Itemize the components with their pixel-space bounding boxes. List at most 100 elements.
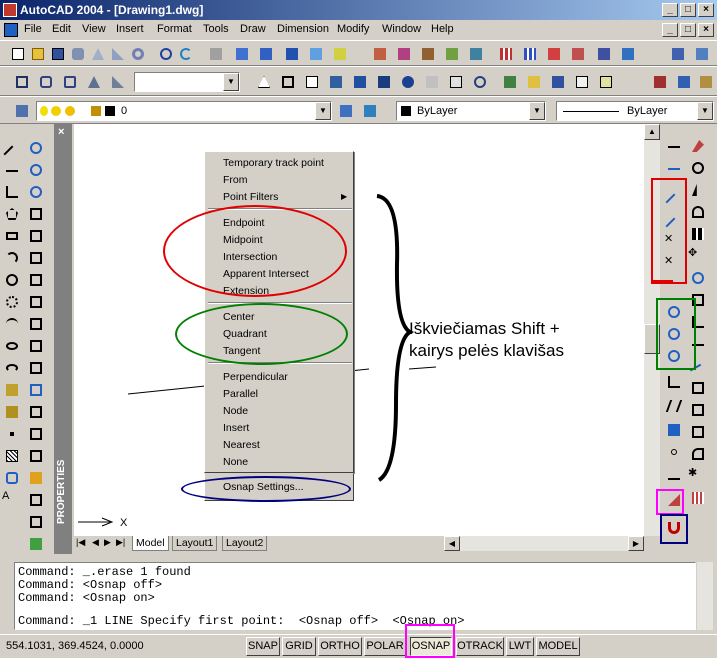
ellipse-icon[interactable] xyxy=(2,336,22,356)
insert-block-icon[interactable] xyxy=(2,380,22,400)
hatch-icon[interactable] xyxy=(2,446,22,466)
hidden-icon[interactable] xyxy=(446,72,464,90)
clean-icon[interactable] xyxy=(26,512,46,532)
menu-item-perpendicular[interactable]: Perpendicular xyxy=(223,371,288,383)
make-current-icon[interactable] xyxy=(336,101,354,119)
chamfer-icon[interactable] xyxy=(688,422,708,442)
palette-close-icon[interactable]: × xyxy=(58,126,64,138)
tool-palettes-icon[interactable] xyxy=(466,44,484,62)
array-icon[interactable] xyxy=(688,224,708,244)
menu-view[interactable]: View xyxy=(82,23,106,35)
ortho-toggle[interactable]: ORTHO xyxy=(318,637,362,656)
chamfer3d-icon[interactable] xyxy=(26,424,46,444)
box-icon[interactable] xyxy=(282,44,300,62)
style-combo[interactable]: ▼ xyxy=(134,72,240,92)
fillet3d-icon[interactable] xyxy=(26,402,46,422)
menu-item-from[interactable]: From xyxy=(223,174,248,186)
spline-icon[interactable] xyxy=(2,314,22,334)
text-icon[interactable]: A xyxy=(2,490,22,510)
menu-edit[interactable]: Edit xyxy=(52,23,71,35)
rotate-icon[interactable] xyxy=(156,44,174,62)
sphere-shade-icon[interactable] xyxy=(398,72,416,90)
region-icon[interactable] xyxy=(2,468,22,488)
tab-layout2[interactable]: Layout2 xyxy=(222,536,268,551)
circle-icon[interactable] xyxy=(2,270,22,290)
app-icon[interactable] xyxy=(3,3,17,17)
maximize-button[interactable]: □ xyxy=(680,3,696,17)
imprint-icon[interactable] xyxy=(26,468,46,488)
view-icon[interactable] xyxy=(306,44,324,62)
explode-icon[interactable]: ✱ xyxy=(688,466,708,486)
layer-manager-icon[interactable] xyxy=(12,101,30,119)
make-block-icon[interactable] xyxy=(2,402,22,422)
command-window[interactable]: Command: _.erase 1 found Command: <Osnap… xyxy=(14,562,696,630)
copy-object-icon[interactable] xyxy=(688,158,708,178)
check-icon[interactable] xyxy=(26,534,46,554)
menu-tools[interactable]: Tools xyxy=(203,23,229,35)
tag-icon[interactable] xyxy=(418,44,436,62)
new-icon[interactable] xyxy=(8,44,26,62)
orbit-icon[interactable] xyxy=(470,72,488,90)
box-solid-icon[interactable] xyxy=(12,72,30,90)
plot-icon[interactable] xyxy=(568,44,586,62)
menu-item-temp-track[interactable]: Temporary track point xyxy=(223,157,324,169)
disk-icon[interactable] xyxy=(548,72,566,90)
menu-item-node[interactable]: Node xyxy=(223,405,248,417)
arc-icon[interactable] xyxy=(2,248,22,268)
doc-minimize-button[interactable]: _ xyxy=(662,23,678,37)
point-icon[interactable] xyxy=(2,424,22,444)
parallel-snap-icon[interactable] xyxy=(664,396,684,416)
document-icon[interactable] xyxy=(4,23,18,37)
design-center-icon[interactable] xyxy=(442,44,460,62)
horizontal-scrollbar[interactable] xyxy=(460,536,628,551)
envelope-icon[interactable] xyxy=(572,72,590,90)
print-icon[interactable] xyxy=(206,44,224,62)
menu-insert[interactable]: Insert xyxy=(116,23,144,35)
sphere-icon[interactable] xyxy=(36,72,54,90)
shaded-edges-icon[interactable] xyxy=(350,72,368,90)
torus3d-icon[interactable] xyxy=(26,182,46,202)
menu-modify[interactable]: Modify xyxy=(337,23,369,35)
command-scrollbar[interactable] xyxy=(697,562,713,630)
layer-previous-icon[interactable] xyxy=(360,101,378,119)
section-icon[interactable] xyxy=(26,292,46,312)
move-icon[interactable]: ✥ xyxy=(688,246,708,266)
menu-help[interactable]: Help xyxy=(431,23,454,35)
properties-icon[interactable] xyxy=(330,44,348,62)
menu-dimension[interactable]: Dimension xyxy=(277,23,329,35)
ellipse-arc-icon[interactable] xyxy=(2,358,22,378)
doc-restore-button[interactable]: □ xyxy=(680,23,696,37)
flat-icon[interactable] xyxy=(422,72,440,90)
folder-icon[interactable] xyxy=(524,72,542,90)
tab-first-button[interactable]: |◀ xyxy=(76,537,85,548)
temp-track-icon[interactable] xyxy=(664,136,684,156)
box3d-icon[interactable] xyxy=(26,204,46,224)
tab-prev-button[interactable]: ◀ xyxy=(92,537,99,548)
subtract-icon[interactable] xyxy=(26,358,46,378)
dotted-icon[interactable] xyxy=(688,488,708,508)
break-point-icon[interactable] xyxy=(688,400,708,420)
cone-solid-icon[interactable] xyxy=(84,72,102,90)
dots-icon[interactable] xyxy=(520,44,538,62)
markup-icon[interactable] xyxy=(594,44,612,62)
menu-item-insert[interactable]: Insert xyxy=(223,422,249,434)
gouraud-icon[interactable] xyxy=(374,72,392,90)
open-icon[interactable] xyxy=(28,44,46,62)
insert-snap-icon[interactable] xyxy=(664,420,684,440)
coordinates-readout[interactable]: 554.1031, 369.4524, 0.0000 xyxy=(6,640,144,652)
layer-combo[interactable]: 0 ▼ xyxy=(36,101,332,121)
color-combo[interactable]: ByLayer ▼ xyxy=(396,101,546,121)
rectangle-icon[interactable] xyxy=(2,226,22,246)
cylinder-icon[interactable] xyxy=(68,44,86,62)
slice-icon[interactable] xyxy=(26,270,46,290)
extrude-icon[interactable] xyxy=(232,44,250,62)
tab-next-button[interactable]: ▶ xyxy=(104,537,111,548)
model-toggle[interactable]: MODEL xyxy=(536,637,580,656)
menu-item-nearest[interactable]: Nearest xyxy=(223,439,260,451)
paste-icon[interactable] xyxy=(696,72,714,90)
nearest-snap-icon[interactable] xyxy=(664,468,684,488)
grid-toggle[interactable]: GRID xyxy=(282,637,316,656)
shaded-icon[interactable] xyxy=(326,72,344,90)
menu-format[interactable]: Format xyxy=(157,23,192,35)
intersect3d-icon[interactable] xyxy=(26,380,46,400)
